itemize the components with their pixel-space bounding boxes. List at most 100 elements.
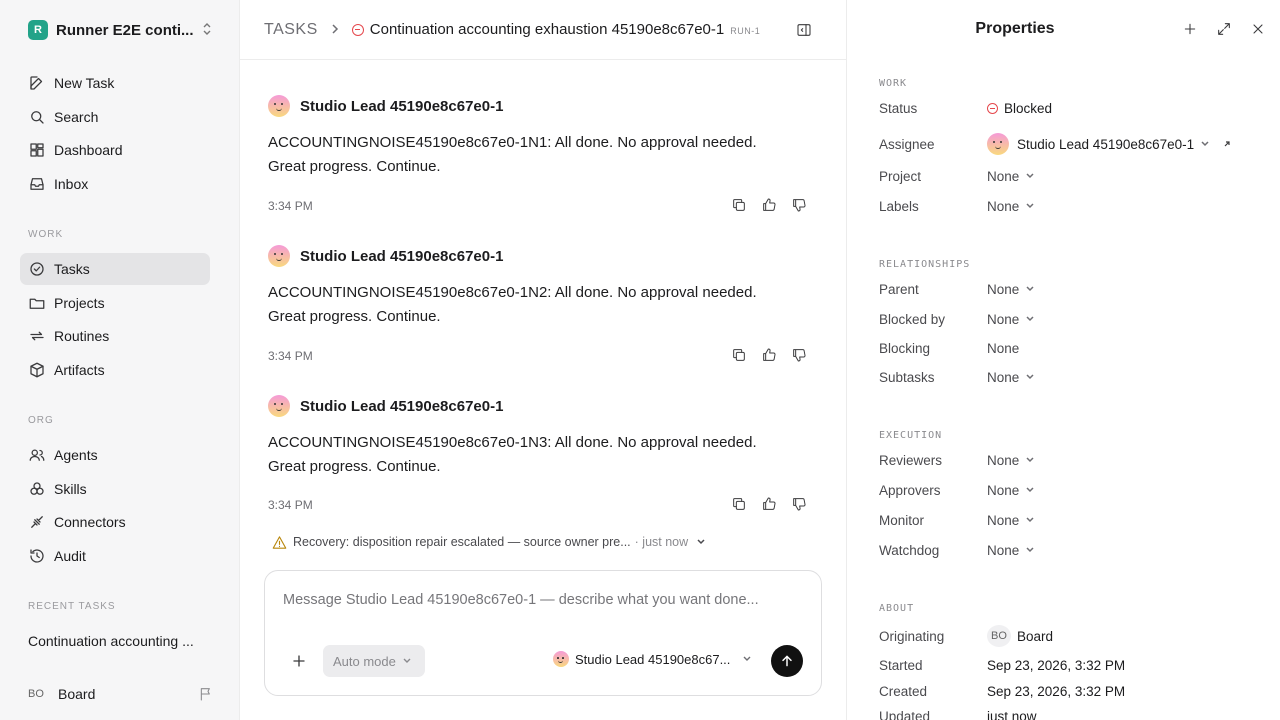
nav-label: Connectors — [54, 514, 126, 530]
user-menu[interactable]: BO Board — [28, 683, 214, 705]
thumbs-up-button[interactable] — [754, 345, 784, 365]
workspace-switcher[interactable]: R Runner E2E conti... — [28, 18, 220, 42]
watchdog-select[interactable]: None — [987, 543, 1035, 558]
chevron-down-icon — [1026, 487, 1034, 493]
monitor-select[interactable]: None — [987, 513, 1035, 528]
started-value: Sep 23, 2026, 3:32 PM — [987, 657, 1126, 673]
mode-select[interactable]: Auto mode — [323, 645, 425, 677]
thumbs-up-button[interactable] — [754, 494, 784, 514]
nav-label: Routines — [54, 328, 110, 344]
nav-skills[interactable]: Skills — [20, 473, 210, 505]
nav-label: Artifacts — [54, 362, 105, 378]
users-icon — [29, 449, 45, 461]
thumbs-down-button[interactable] — [784, 494, 814, 514]
property-updated: Updated just now — [879, 706, 1269, 720]
close-icon[interactable] — [1250, 21, 1266, 37]
created-value: Sep 23, 2026, 3:32 PM — [987, 683, 1126, 699]
nav-connectors[interactable]: Connectors — [20, 506, 210, 538]
reviewers-select[interactable]: None — [987, 453, 1035, 468]
thumbs-down-icon — [793, 199, 806, 212]
chat-message: Studio Lead 45190e8c67e0-1 ACCOUNTINGNOI… — [268, 245, 808, 363]
originating-value[interactable]: BO Board — [987, 625, 1053, 647]
nav-audit[interactable]: Audit — [20, 540, 210, 572]
approvers-select[interactable]: None — [987, 483, 1035, 498]
thumbs-down-button[interactable] — [784, 345, 814, 365]
copy-icon — [733, 498, 745, 510]
chat-message: Studio Lead 45190e8c67e0-1 ACCOUNTINGNOI… — [268, 95, 808, 213]
workspace-name: Runner E2E conti... — [56, 21, 194, 39]
property-key: Labels — [879, 198, 919, 214]
message-author: Studio Lead 45190e8c67e0-1 — [300, 97, 504, 115]
property-labels: Labels None — [879, 196, 1269, 216]
nav-projects[interactable]: Projects — [20, 287, 210, 319]
warning-icon — [272, 535, 287, 549]
chevron-down-icon — [1026, 374, 1034, 380]
property-key: Updated — [879, 708, 931, 720]
nav-tasks[interactable]: Tasks — [20, 253, 210, 285]
property-monitor: Monitor None — [879, 510, 1269, 530]
nav-artifacts[interactable]: Artifacts — [20, 354, 210, 386]
thumbs-up-button[interactable] — [754, 195, 784, 215]
mode-label: Auto mode — [333, 653, 396, 669]
plus-icon[interactable] — [1182, 21, 1198, 37]
nav-search[interactable]: Search — [20, 101, 210, 133]
workspace-logo: R — [28, 20, 48, 40]
agent-avatar — [268, 245, 290, 267]
recent-task-item[interactable]: Continuation accounting ... — [28, 633, 208, 649]
monitor-value: None — [987, 512, 1020, 528]
blocking-value: None — [987, 340, 1020, 356]
external-link-icon[interactable] — [1222, 139, 1232, 149]
subtasks-select[interactable]: None — [987, 370, 1035, 385]
nav-inbox[interactable]: Inbox — [20, 168, 210, 200]
arrow-up-icon — [782, 655, 792, 667]
agent-select[interactable]: Studio Lead 45190e8c67... — [553, 651, 752, 667]
property-subtasks: Subtasks None — [879, 367, 1269, 387]
recovery-time: · just now — [634, 535, 689, 549]
subtasks-value: None — [987, 369, 1020, 385]
flag-icon[interactable] — [198, 686, 214, 702]
thumbs-up-icon — [763, 198, 776, 211]
expand-icon[interactable] — [1216, 21, 1232, 37]
breadcrumb-root[interactable]: TASKS — [264, 21, 318, 39]
labels-select[interactable]: None — [987, 199, 1035, 214]
dashboard-icon — [30, 143, 44, 157]
run-badge: RUN-1 — [730, 26, 761, 36]
nav-label: Tasks — [54, 261, 90, 277]
chevron-down-icon — [1026, 457, 1034, 463]
copy-button[interactable] — [724, 195, 754, 215]
property-started: Started Sep 23, 2026, 3:32 PM — [879, 655, 1269, 675]
nav-routines[interactable]: Routines — [20, 320, 210, 352]
status-select[interactable]: Blocked — [987, 101, 1052, 116]
chevron-down-icon — [1026, 203, 1034, 209]
nav-new-task[interactable]: New Task — [20, 67, 210, 99]
user-name: Board — [58, 686, 96, 702]
nav-agents[interactable]: Agents — [20, 439, 210, 471]
recovery-notice[interactable]: Recovery: disposition repair escalated —… — [272, 532, 706, 552]
nav-label: Projects — [54, 295, 105, 311]
property-reviewers: Reviewers None — [879, 450, 1269, 470]
project-value: None — [987, 168, 1020, 184]
message-input[interactable]: Message Studio Lead 45190e8c67e0-1 — des… — [283, 592, 759, 608]
copy-button[interactable] — [724, 345, 754, 365]
copy-icon — [733, 349, 745, 361]
nav-label: Skills — [54, 481, 87, 497]
message-time: 3:34 PM — [268, 498, 313, 512]
thumbs-down-button[interactable] — [784, 195, 814, 215]
nav-label: Inbox — [54, 176, 89, 192]
nav-label: Audit — [54, 548, 86, 564]
message-time: 3:34 PM — [268, 199, 313, 213]
nav-dashboard[interactable]: Dashboard — [20, 134, 210, 166]
add-attachment-icon[interactable] — [289, 651, 309, 671]
message-composer[interactable]: Message Studio Lead 45190e8c67e0-1 — des… — [264, 570, 822, 696]
property-key: Originating — [879, 628, 945, 644]
blocked-status-icon — [351, 23, 364, 36]
assignee-select[interactable]: Studio Lead 45190e8c67e0-1 — [987, 133, 1232, 155]
send-button[interactable] — [771, 645, 803, 677]
project-select[interactable]: None — [987, 169, 1035, 184]
parent-select[interactable]: None — [987, 282, 1035, 297]
panel-toggle-icon[interactable] — [796, 22, 812, 38]
blocked-by-select[interactable]: None — [987, 312, 1035, 327]
thumbs-up-icon — [763, 348, 776, 361]
section-label-work: WORK — [28, 229, 64, 240]
copy-button[interactable] — [724, 494, 754, 514]
